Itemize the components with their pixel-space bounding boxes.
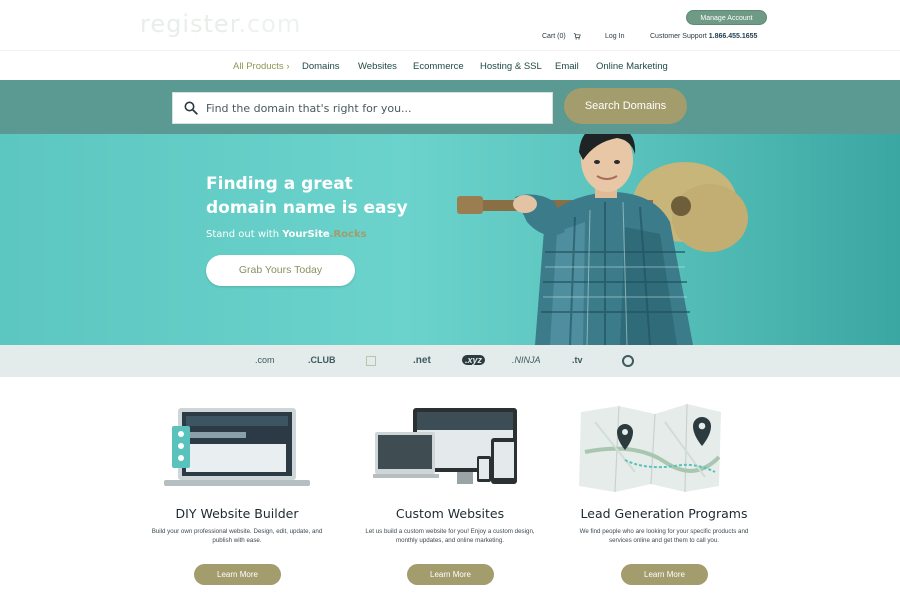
custom-websites-illustration: [373, 408, 517, 484]
lead-generation-illustration: [579, 403, 721, 493]
tld-com[interactable]: .com: [255, 355, 275, 365]
manage-account-button[interactable]: Manage Account: [686, 10, 767, 25]
domain-search-band: Search Domains: [0, 80, 900, 134]
cart-icon[interactable]: [573, 32, 581, 40]
search-box: [172, 92, 553, 124]
tld-xyz[interactable]: .xyz: [462, 355, 486, 365]
grab-yours-button[interactable]: Grab Yours Today: [206, 255, 355, 286]
site-header: register.com Manage Account Cart (0) Log…: [0, 0, 900, 50]
hero-subtitle: Stand out with YourSite.Rocks: [206, 229, 367, 240]
hero-subtitle-tld: .Rocks: [329, 229, 367, 240]
nav-email[interactable]: Email: [555, 61, 579, 72]
service-title-custom: Custom Websites: [395, 506, 505, 521]
hero-banner: Finding a great domain name is easy Stan…: [0, 134, 900, 345]
nav-domains[interactable]: Domains: [302, 61, 340, 72]
service-title-leadgen: Lead Generation Programs: [580, 506, 748, 521]
tld-logo-placeholder[interactable]: [366, 356, 376, 366]
nav-online-marketing[interactable]: Online Marketing: [596, 61, 668, 72]
service-desc-diy: Build your own professional website. Des…: [151, 528, 323, 544]
hero-subtitle-brand: YourSite: [282, 229, 330, 240]
login-link[interactable]: Log In: [605, 33, 624, 40]
support-label: Customer Support: [650, 33, 707, 40]
tld-strip: .com .CLUB .net .xyz .NINJA .tv: [0, 345, 900, 377]
nav-all-products[interactable]: All Products ›: [233, 61, 290, 72]
customer-support: Customer Support 1.866.455.1655: [650, 33, 757, 40]
site-logo[interactable]: register.com: [140, 10, 301, 38]
domain-search-input[interactable]: [206, 93, 546, 123]
main-nav: All Products › Domains Websites Ecommerc…: [0, 50, 900, 80]
hero-photo-guitarist: [457, 134, 748, 345]
hero-title-line2: domain name is easy: [206, 198, 408, 218]
service-desc-custom: Let us build a custom website for you! E…: [365, 528, 535, 544]
tld-tv[interactable]: .tv: [572, 355, 583, 365]
diy-builder-illustration: [164, 408, 310, 486]
search-icon: [184, 101, 198, 115]
learn-more-leadgen-button[interactable]: Learn More: [621, 564, 708, 585]
service-title-diy: DIY Website Builder: [175, 506, 299, 521]
logo-text: register: [140, 10, 239, 38]
nav-hosting-ssl[interactable]: Hosting & SSL: [480, 61, 542, 72]
support-phone[interactable]: 1.866.455.1655: [709, 33, 758, 40]
learn-more-diy-button[interactable]: Learn More: [194, 564, 281, 585]
tld-club[interactable]: .CLUB: [308, 355, 336, 365]
hero-subtitle-prefix: Stand out with: [206, 229, 283, 240]
hero-title: Finding a great domain name is easy: [206, 172, 456, 220]
tld-circle-logo[interactable]: [622, 355, 634, 367]
logo-domain-suffix: .com: [238, 10, 302, 38]
nav-websites[interactable]: Websites: [358, 61, 397, 72]
nav-ecommerce[interactable]: Ecommerce: [413, 61, 464, 72]
learn-more-custom-button[interactable]: Learn More: [407, 564, 494, 585]
hero-title-line1: Finding a great: [206, 174, 353, 194]
service-desc-leadgen: We find people who are looking for your …: [579, 528, 749, 544]
tld-net[interactable]: .net: [413, 355, 431, 366]
cart-link[interactable]: Cart (0): [542, 33, 566, 40]
tld-ninja[interactable]: .NINJA: [512, 355, 541, 365]
search-domains-button[interactable]: Search Domains: [564, 88, 687, 124]
